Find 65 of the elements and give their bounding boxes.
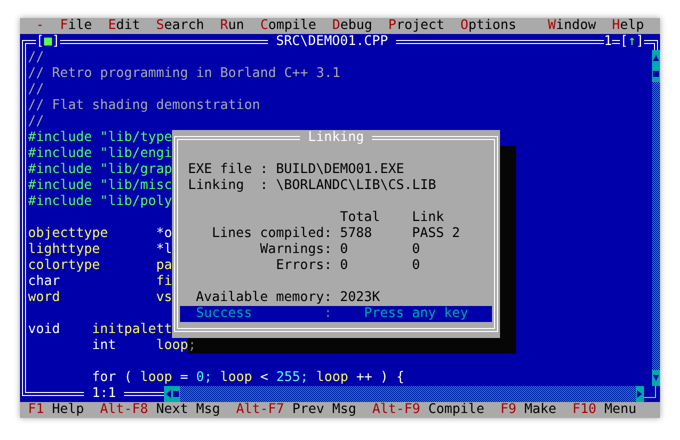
scroll-right-button[interactable] (636, 386, 644, 402)
stat-value: 0 (412, 258, 422, 274)
separator-text: : (324, 306, 334, 322)
code-line: #include "lib/grap (28, 162, 172, 178)
shortcut-item[interactable]: F10 Menu (572, 402, 636, 418)
code-line: objecttype *o (28, 226, 172, 242)
code-line: #include "lib/misc (28, 178, 172, 194)
memory-label: Available memory: (194, 290, 333, 306)
stat-value: 0 (412, 242, 422, 258)
menu-item[interactable]: Debug (324, 18, 380, 34)
stat-label: Lines compiled: (210, 226, 333, 242)
code-line: lighttype *l (28, 242, 172, 258)
scroll-thumb[interactable] (172, 386, 180, 402)
info-label: Linking (188, 178, 246, 194)
code-line: char fi (28, 274, 172, 290)
zoom-button[interactable]: [↑] (620, 34, 644, 50)
column-header: Total (340, 210, 382, 226)
code-line: // Retro programming in Borland C++ 3.1 (28, 66, 340, 82)
code-line: word vs (28, 290, 172, 306)
code-line: #include "lib/type (28, 130, 172, 146)
stat-value: 0 (340, 258, 350, 274)
code-line: // (28, 82, 44, 98)
code-line: int loop; (91, 338, 196, 354)
menu-item[interactable]: Search (148, 18, 212, 34)
menu-item[interactable]: Edit (100, 18, 148, 34)
stat-value: 0 (340, 242, 350, 258)
code-line: // (28, 50, 44, 66)
menu-item[interactable]: Compile (252, 18, 324, 34)
info-label: EXE file (188, 162, 254, 178)
menu-item[interactable]: Help (604, 18, 652, 34)
shortcut-item[interactable]: Alt-F7 Prev Msg (236, 402, 356, 418)
status-text: Success (196, 306, 254, 322)
scroll-thumb[interactable] (652, 66, 660, 82)
menu-item[interactable]: Run (212, 18, 252, 34)
stat-label: Errors: (274, 258, 333, 274)
code-line: void initpalett (28, 322, 172, 338)
memory-value: 2023K (340, 290, 382, 306)
stat-value: PASS 2 (412, 226, 462, 242)
menu-item[interactable]: Project (380, 18, 452, 34)
code-line: // (28, 114, 44, 130)
menu-item[interactable]: File (52, 18, 100, 34)
code-line: colortype pa (28, 258, 172, 274)
close-button[interactable]: [■] (36, 34, 60, 50)
scroll-left-button[interactable] (164, 386, 172, 402)
shortcut-item[interactable]: F9 Make (500, 402, 556, 418)
code-line: for ( loop = 0; loop < 255; loop ++ ) { (91, 370, 404, 386)
stat-label: Warnings: (258, 242, 333, 258)
shortcut-item[interactable]: Alt-F9 Compile (372, 402, 484, 418)
stat-value: 5788 (340, 226, 374, 242)
menu-item[interactable]: Options (452, 18, 524, 34)
separator-text: : (260, 178, 270, 194)
info-value: BUILD\DEMO01.EXE (276, 162, 406, 178)
column-header: Link (412, 210, 446, 226)
scroll-up-button[interactable] (652, 50, 660, 66)
shortcut-item[interactable]: Alt-F8 Next Msg (100, 402, 220, 418)
shortcut-item[interactable]: F1 Help (28, 402, 84, 418)
info-value: \BORLANDC\LIB\CS.LIB (276, 178, 438, 194)
status-message: Press any key (364, 306, 470, 322)
menu-item[interactable]: Window (540, 18, 604, 34)
scroll-down-button[interactable] (652, 370, 660, 386)
dialog-title: Linking (300, 130, 372, 146)
code-line: // Flat shading demonstration (28, 98, 260, 114)
code-line: #include "lib/engi (28, 146, 172, 162)
separator-text: : (260, 162, 270, 178)
code-line: #include "lib/poly (28, 194, 172, 210)
